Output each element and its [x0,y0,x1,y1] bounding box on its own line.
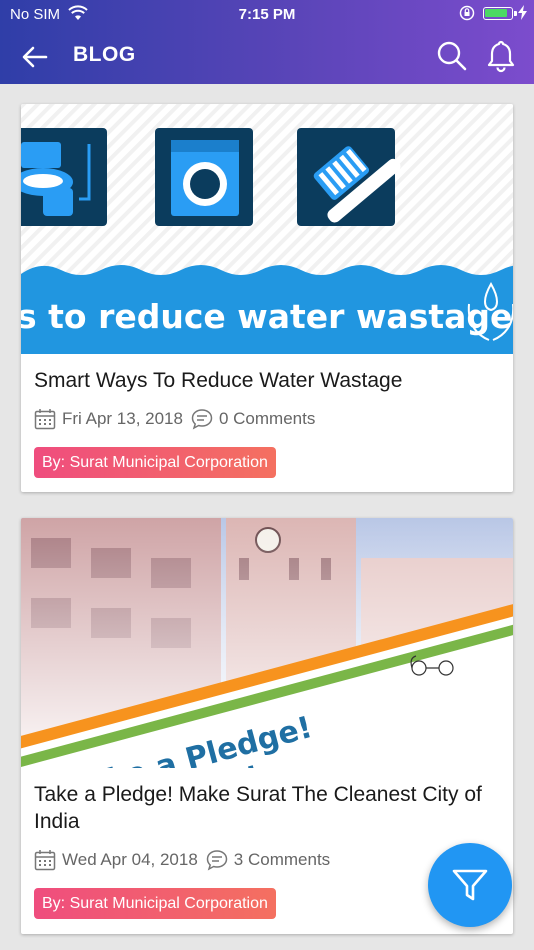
comment-icon [191,409,213,430]
author-badge: By: Surat Municipal Corporation [34,447,276,478]
charging-icon [518,5,527,24]
top-header: No SIM 7:15 PM BLOG [0,0,534,84]
calendar-icon [34,850,56,871]
post-meta: Wed Apr 04, 2018 3 Comments [34,849,330,871]
post-date: Fri Apr 13, 2018 [62,409,183,428]
post-thumbnail[interactable]: Take a Pledge! Surat [21,518,513,768]
blog-card-water[interactable]: s to reduce water wastage Smart Ways To … [21,104,513,492]
status-bar: No SIM 7:15 PM [0,0,534,30]
comment-icon [206,850,228,871]
calendar-icon [34,409,56,430]
back-arrow-icon[interactable] [20,42,50,72]
search-icon[interactable] [436,40,468,72]
post-comments[interactable]: 0 Comments [219,409,315,429]
post-title[interactable]: Smart Ways To Reduce Water Wastage [34,367,504,394]
rotation-lock-icon [459,5,475,25]
thumbnail-caption: s to reduce water wastage [21,297,512,336]
post-comments[interactable]: 3 Comments [234,850,330,870]
battery-icon [483,7,517,20]
filter-icon [452,869,488,901]
filter-button[interactable] [428,843,512,927]
post-title[interactable]: Take a Pledge! Make Surat The Cleanest C… [34,781,504,835]
app-bar: BLOG [0,30,534,84]
post-thumbnail[interactable]: s to reduce water wastage [21,104,513,354]
post-meta: Fri Apr 13, 2018 0 Comments [34,408,315,430]
author-badge: By: Surat Municipal Corporation [34,888,276,919]
post-date: Wed Apr 04, 2018 [62,850,198,869]
page-title: BLOG [73,43,136,66]
status-time: 7:15 PM [238,6,296,23]
bell-icon[interactable] [485,39,517,73]
